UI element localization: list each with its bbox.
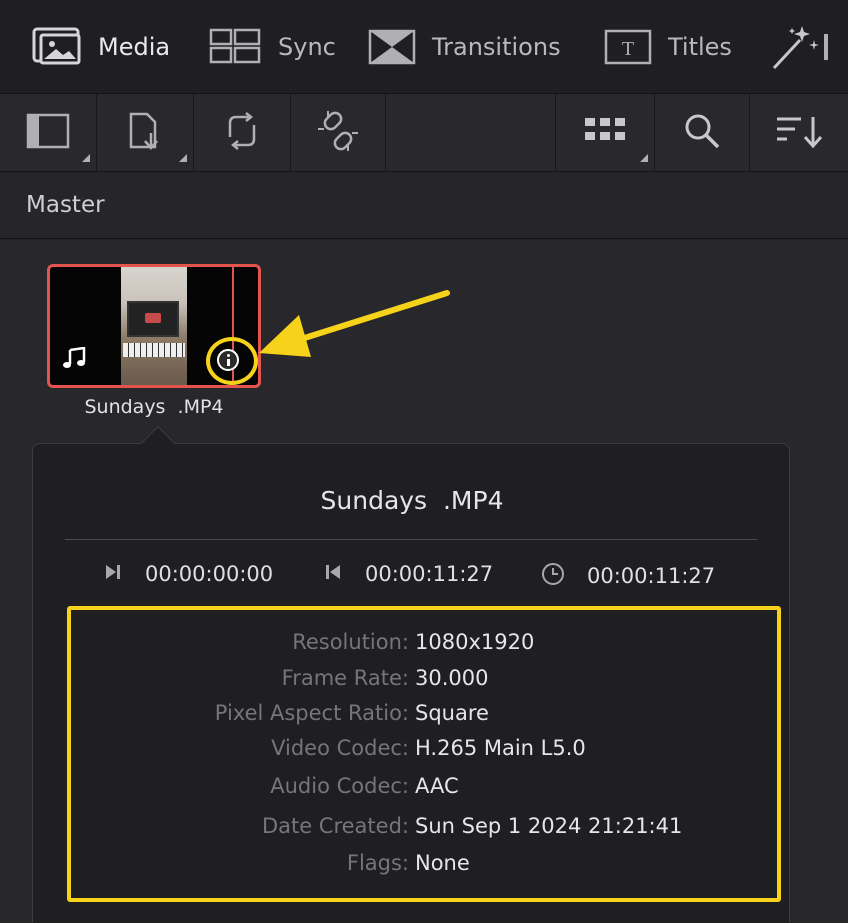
- metadata-label: Date Created:: [261, 814, 409, 838]
- metadata-row: Pixel Aspect Ratio: Square: [71, 701, 785, 731]
- metadata-label: Audio Codec:: [270, 774, 409, 798]
- import-media-button[interactable]: [97, 94, 193, 172]
- metadata-row: Video Codec: H.265 Main L5.0: [71, 736, 785, 766]
- view-mode-grid-icon: [583, 116, 627, 150]
- annotation-arrow-icon: [255, 285, 455, 369]
- svg-text:T: T: [622, 38, 634, 60]
- clip-info-popup: Sundays .MP4 00:00:00:00 00:00:11:27 00:…: [32, 443, 790, 923]
- dropdown-corner-icon: [640, 154, 648, 162]
- popup-divider: [65, 539, 757, 540]
- metadata-row: Flags: None: [71, 851, 785, 881]
- metadata-label: Video Codec:: [271, 736, 409, 760]
- unlink-button[interactable]: [291, 94, 385, 172]
- preview-keyboard-graphic: [123, 343, 185, 357]
- metadata-value: Sun Sep 1 2024 21:21:41: [415, 814, 683, 838]
- sort-button[interactable]: [750, 94, 848, 172]
- metadata-row: Audio Codec: AAC: [71, 774, 785, 804]
- metadata-label: Flags:: [346, 851, 409, 875]
- bin-title: Master: [26, 192, 105, 218]
- preview-monitor-graphic: [127, 301, 179, 337]
- dropdown-corner-icon: [82, 154, 90, 162]
- tab-titles[interactable]: T Titles: [604, 22, 732, 72]
- metadata-row: Resolution: 1080x1920: [71, 630, 785, 660]
- relink-icon: [220, 111, 264, 155]
- duration-timecode-value: 00:00:11:27: [587, 564, 716, 588]
- metadata-label: Frame Rate:: [281, 666, 409, 690]
- effects-icon: [768, 22, 828, 72]
- sidebar-toggle-icon: [26, 113, 70, 153]
- tab-label: Titles: [668, 33, 732, 61]
- clip-preview-frame: [121, 267, 187, 385]
- sync-bin-icon: [208, 27, 264, 67]
- sort-icon: [775, 113, 823, 153]
- timecode-row: 00:00:00:00 00:00:11:27 00:00:11:27: [33, 562, 791, 592]
- view-mode-button[interactable]: [556, 94, 654, 172]
- metadata-value: None: [415, 851, 470, 875]
- metadata-row: Date Created: Sun Sep 1 2024 21:21:41: [71, 814, 785, 844]
- transitions-icon: [368, 27, 418, 67]
- metadata-highlight-box: Resolution: 1080x1920 Frame Rate: 30.000…: [67, 606, 781, 902]
- annotation-highlight-circle: [206, 337, 258, 385]
- start-timecode-value: 00:00:00:00: [145, 562, 274, 586]
- tab-media[interactable]: Media: [32, 22, 170, 72]
- end-timecode-value: 00:00:11:27: [365, 562, 494, 586]
- duration-timecode: 00:00:11:27: [541, 562, 715, 590]
- metadata-label: Resolution:: [292, 630, 409, 654]
- media-pool-toolbar: [0, 94, 848, 172]
- page-tab-bar: Media Sync Transitions T Titles: [0, 0, 848, 94]
- metadata-label: Pixel Aspect Ratio:: [214, 701, 409, 725]
- metadata-value: AAC: [415, 774, 459, 798]
- metadata-value: 1080x1920: [415, 630, 535, 654]
- search-icon: [682, 111, 722, 155]
- audio-note-icon: [62, 346, 86, 373]
- tab-label: Media: [98, 33, 171, 61]
- relink-button[interactable]: [194, 94, 290, 172]
- tab-effects[interactable]: [768, 22, 828, 72]
- clip-name-label: Sundays .MP4: [84, 396, 224, 418]
- tab-label: Sync: [278, 33, 336, 61]
- metadata-value: 30.000: [415, 666, 489, 690]
- popup-clip-title: Sundays .MP4: [320, 486, 504, 515]
- out-point-icon: [323, 562, 343, 586]
- bin-header: Master: [0, 173, 848, 239]
- import-media-icon: [125, 111, 165, 155]
- tab-transitions[interactable]: Transitions: [368, 22, 561, 72]
- metadata-value: Square: [415, 701, 489, 725]
- dropdown-corner-icon: [179, 154, 187, 162]
- media-pool-icon: [32, 27, 84, 67]
- toolbar-divider: [385, 94, 386, 172]
- sidebar-toggle-button[interactable]: [0, 94, 96, 172]
- metadata-row: Frame Rate: 30.000: [71, 666, 785, 696]
- end-timecode: 00:00:11:27: [323, 562, 493, 586]
- unlink-icon: [314, 109, 362, 157]
- search-button[interactable]: [655, 94, 749, 172]
- in-point-icon: [103, 562, 123, 586]
- tab-sync[interactable]: Sync: [208, 22, 336, 72]
- tab-label: Transitions: [432, 33, 561, 61]
- start-timecode: 00:00:00:00: [103, 562, 273, 586]
- titles-icon: T: [604, 27, 654, 67]
- metadata-value: H.265 Main L5.0: [415, 736, 586, 760]
- clock-icon: [541, 562, 565, 590]
